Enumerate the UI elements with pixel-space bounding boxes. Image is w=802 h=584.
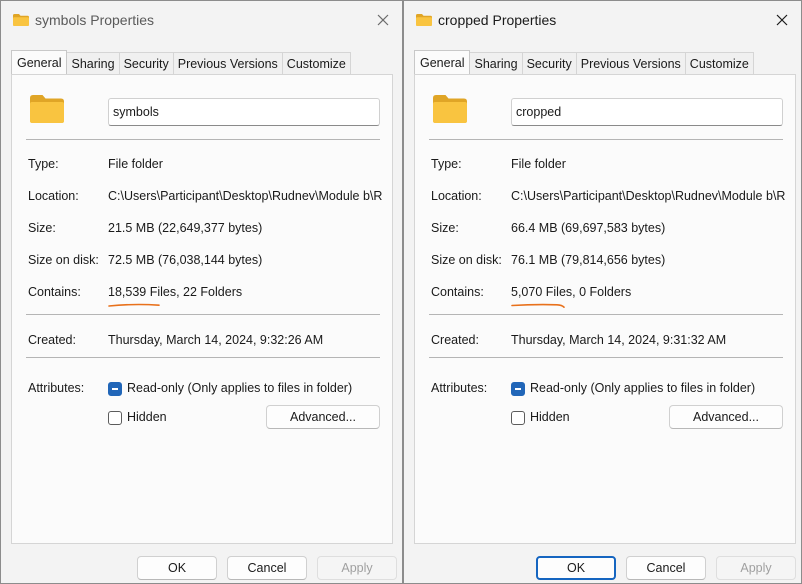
title-bar: symbols Properties [1,1,402,41]
tab-previous-versions[interactable]: Previous Versions [576,52,686,74]
divider [429,357,783,358]
tab-general[interactable]: General [414,50,471,74]
divider [26,357,380,358]
tab-strip: General Sharing Security Previous Versio… [414,50,754,74]
contains-value: 18,539 Files, 22 Folders [108,285,243,299]
close-button[interactable] [370,7,396,33]
ok-button[interactable]: OK [536,556,616,580]
ok-button[interactable]: OK [137,556,217,580]
annotation-underline [108,303,160,307]
size-on-disk-label: Size on disk: [28,253,99,267]
size-label: Size: [28,221,56,235]
size-value: 21.5 MB (22,649,377 bytes) [108,221,263,235]
folder-name-input[interactable] [108,98,380,126]
created-label: Created: [28,333,76,347]
contains-value: 5,070 Files, 0 Folders [511,285,632,299]
size-on-disk-label: Size on disk: [431,253,502,267]
created-value: Thursday, March 14, 2024, 9:32:26 AM [108,333,324,347]
tab-strip: General Sharing Security Previous Versio… [11,50,351,74]
readonly-checkbox[interactable] [108,382,122,396]
apply-button: Apply [716,556,796,580]
location-value: C:\Users\Participant\Desktop\Rudnev\Modu… [511,189,786,203]
type-value: File folder [108,157,163,171]
location-label: Location: [28,189,79,203]
tab-customize[interactable]: Customize [282,52,351,74]
hidden-checkbox[interactable] [511,411,525,425]
general-tab-panel: Type: File folder Location: C:\Users\Par… [414,74,796,544]
title-bar: cropped Properties [404,1,801,41]
folder-icon [416,14,432,26]
divider [429,314,783,315]
hidden-label[interactable]: Hidden [127,410,167,424]
tab-sharing[interactable]: Sharing [470,52,523,74]
divider [26,139,380,140]
close-icon [377,14,389,26]
hidden-label[interactable]: Hidden [530,410,570,424]
close-icon [776,14,788,26]
window-title: cropped Properties [438,12,557,28]
close-button[interactable] [769,7,795,33]
attributes-label: Attributes: [28,381,85,395]
readonly-checkbox[interactable] [511,382,525,396]
advanced-button[interactable]: Advanced... [669,405,783,429]
advanced-button[interactable]: Advanced... [266,405,380,429]
type-label: Type: [28,157,59,171]
tab-customize[interactable]: Customize [685,52,754,74]
annotation-underline [511,303,565,308]
hidden-checkbox[interactable] [108,411,122,425]
folder-name-input[interactable] [511,98,783,126]
size-value: 66.4 MB (69,697,583 bytes) [511,221,666,235]
size-label: Size: [431,221,459,235]
tab-previous-versions[interactable]: Previous Versions [173,52,283,74]
size-on-disk-value: 72.5 MB (76,038,144 bytes) [108,253,263,267]
apply-button: Apply [317,556,397,580]
contains-label: Contains: [28,285,81,299]
cancel-button[interactable]: Cancel [227,556,307,580]
general-tab-panel: Type: File folder Location: C:\Users\Par… [11,74,393,544]
type-value: File folder [511,157,566,171]
folder-icon [433,95,467,123]
tab-security[interactable]: Security [522,52,577,74]
readonly-label[interactable]: Read-only (Only applies to files in fold… [127,381,352,395]
attributes-label: Attributes: [431,381,488,395]
contains-label: Contains: [431,285,484,299]
tab-sharing[interactable]: Sharing [67,52,120,74]
type-label: Type: [431,157,462,171]
symbols-properties-dialog: symbols Properties General Sharing Secur… [0,0,403,584]
folder-icon [13,14,29,26]
tab-general[interactable]: General [11,50,68,74]
cancel-button[interactable]: Cancel [626,556,706,580]
cropped-properties-dialog: cropped Properties General Sharing Secur… [403,0,802,584]
location-label: Location: [431,189,482,203]
tab-security[interactable]: Security [119,52,174,74]
readonly-label[interactable]: Read-only (Only applies to files in fold… [530,381,755,395]
size-on-disk-value: 76.1 MB (79,814,656 bytes) [511,253,666,267]
folder-icon [30,95,64,123]
divider [26,314,380,315]
window-title: symbols Properties [35,12,155,28]
divider [429,139,783,140]
location-value: C:\Users\Participant\Desktop\Rudnev\Modu… [108,189,383,203]
created-label: Created: [431,333,479,347]
created-value: Thursday, March 14, 2024, 9:31:32 AM [511,333,727,347]
